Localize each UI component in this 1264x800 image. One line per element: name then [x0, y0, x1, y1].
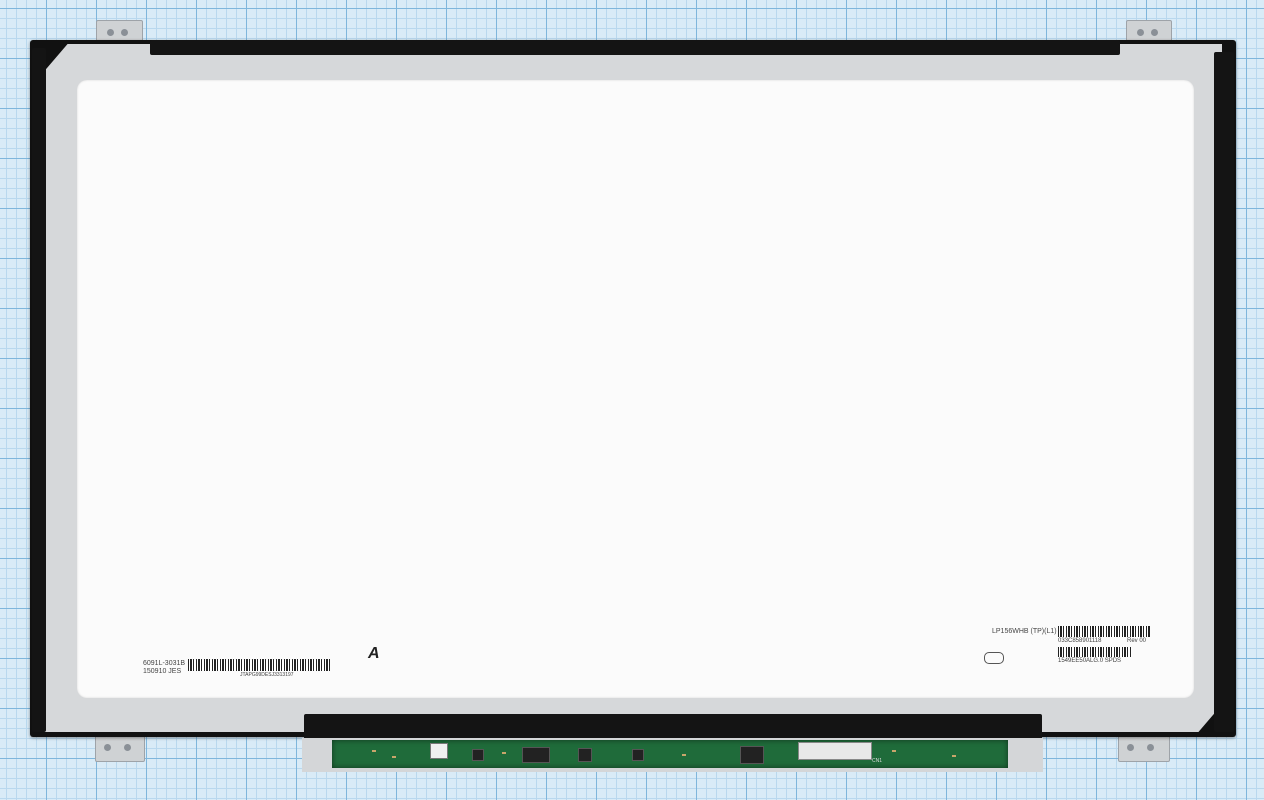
mount-hole	[1147, 744, 1154, 751]
smd-component	[392, 756, 396, 758]
mount-hole	[121, 29, 128, 36]
connector-label: CN1	[872, 758, 883, 764]
smd-component	[372, 750, 376, 752]
smd-component	[952, 755, 956, 757]
mount-hole	[107, 29, 114, 36]
mount-hole	[1151, 29, 1158, 36]
model-number: LP156WHB (TP)(L1)	[992, 628, 1057, 635]
ic-chip	[578, 748, 592, 762]
left-edge-tape	[32, 48, 46, 732]
ic-chip	[740, 746, 764, 764]
ic-chip	[522, 747, 550, 763]
lot-number: 1549EE50ALG.0 SPDS	[1058, 658, 1122, 664]
lcd-screen	[77, 80, 1194, 698]
mount-hole	[1127, 744, 1134, 751]
smd-component	[682, 754, 686, 756]
revision: Rev 00	[1127, 638, 1147, 644]
center-marker: A	[368, 645, 380, 662]
ic-chip	[632, 749, 644, 761]
right-edge-tape	[1214, 52, 1234, 732]
smd-component	[502, 752, 506, 754]
left-barcode	[188, 659, 330, 671]
left-barcode-caption: JTAPG99DESJ3313197	[240, 672, 294, 678]
left-part-number: 6091L-3031B	[143, 660, 186, 667]
top-edge-tape	[150, 40, 1120, 55]
mount-hole	[1137, 29, 1144, 36]
left-date-code: 150910 JES	[143, 668, 182, 675]
mount-hole	[104, 744, 111, 751]
model-barcode	[1058, 626, 1150, 637]
flex-connector	[798, 742, 872, 760]
cable-connector	[430, 743, 448, 759]
mount-hole	[124, 744, 131, 751]
certification-logo	[984, 652, 1004, 664]
ic-chip	[472, 749, 484, 761]
lot-barcode	[1058, 647, 1132, 657]
smd-component	[892, 750, 896, 752]
serial-number: 033C858901118	[1058, 638, 1102, 644]
control-board: CN1	[332, 740, 1008, 768]
